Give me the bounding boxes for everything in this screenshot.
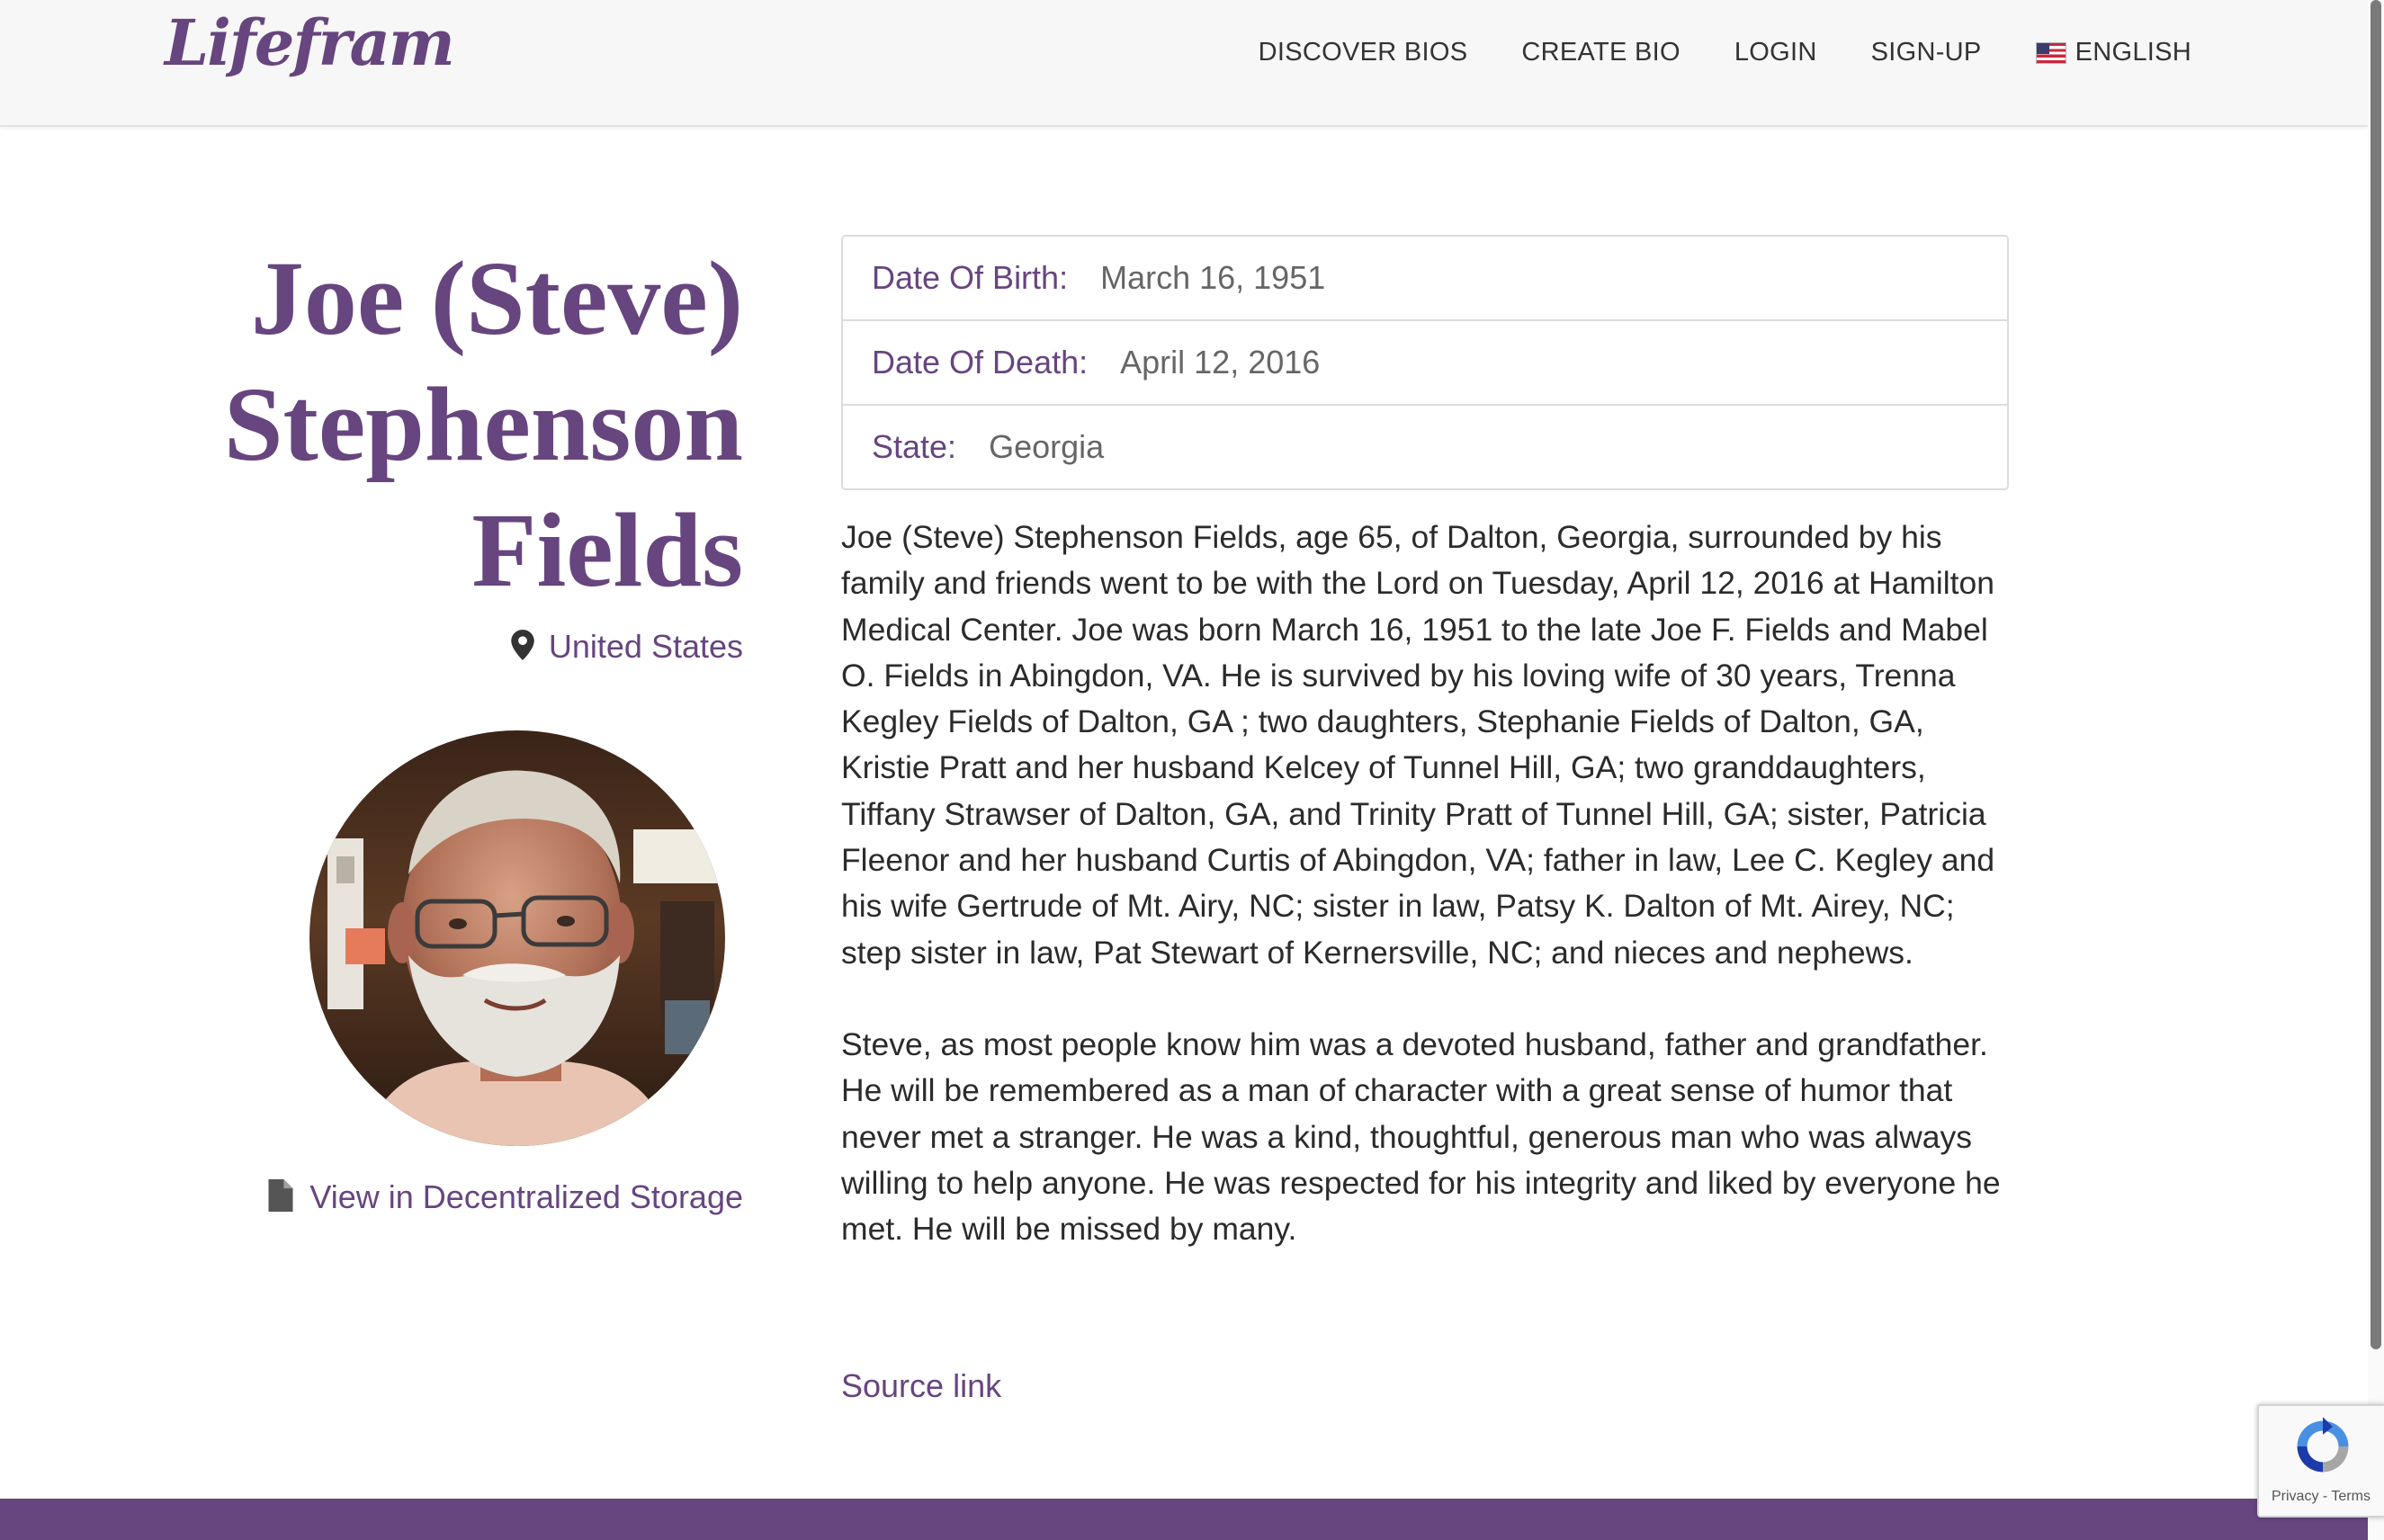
language-label: ENGLISH <box>2075 38 2191 67</box>
recaptcha-privacy-link[interactable]: Privacy <box>2272 1489 2318 1504</box>
recaptcha-icon <box>2297 1417 2349 1473</box>
fact-value: Georgia <box>989 428 1105 465</box>
bio-paragraph: Steve, as most people know him was a dev… <box>841 1025 2001 1248</box>
nav-create-bio[interactable]: CREATE BIO <box>1521 38 1680 67</box>
recaptcha-links: Privacy - Terms <box>2272 1489 2371 1505</box>
biography: Joe (Steve) Stephenson Fields, age 65, o… <box>841 515 2011 1252</box>
fact-label: State: <box>872 428 957 465</box>
recaptcha-badge[interactable]: Privacy - Terms <box>2257 1404 2384 1518</box>
location-link[interactable]: United States <box>549 628 743 666</box>
main-nav: DISCOVER BIOS CREATE BIO LOGIN SIGN-UP E… <box>1259 38 2191 67</box>
bio-paragraph: Joe (Steve) Stephenson Fields, age 65, o… <box>841 519 1995 971</box>
name-line-3: Fields <box>471 491 743 609</box>
name-line-2: Stephenson <box>223 365 743 483</box>
fact-row-death: Date Of Death: April 12, 2016 <box>843 321 2007 406</box>
decentralized-storage: View in Decentralized Storage <box>268 1178 743 1216</box>
fact-label: Date Of Death: <box>872 344 1089 381</box>
portrait-photo <box>309 730 725 1146</box>
us-flag-icon <box>2035 41 2066 64</box>
footer <box>0 1499 2368 1540</box>
scrollbar-thumb[interactable] <box>2371 0 2381 1349</box>
document-icon <box>268 1178 293 1216</box>
avatar <box>309 730 725 1146</box>
nav-login[interactable]: LOGIN <box>1734 38 1817 67</box>
fact-row-birth: Date Of Birth: March 16, 1951 <box>843 237 2007 321</box>
page-scrollbar[interactable] <box>2368 0 2384 1540</box>
nav-sign-up[interactable]: SIGN-UP <box>1871 38 1982 67</box>
nav-discover-bios[interactable]: DISCOVER BIOS <box>1259 38 1468 67</box>
name-line-1: Joe (Steve) <box>250 239 743 357</box>
view-in-decentralized-storage-link[interactable]: View in Decentralized Storage <box>309 1178 743 1216</box>
top-navbar: Lifefram DISCOVER BIOS CREATE BIO LOGIN … <box>0 0 2368 127</box>
language-selector[interactable]: ENGLISH <box>2035 38 2191 67</box>
location: United States <box>511 628 743 666</box>
fact-row-state: State: Georgia <box>843 406 2007 488</box>
source-link[interactable]: Source link <box>841 1367 1001 1405</box>
facts-table: Date Of Birth: March 16, 1951 Date Of De… <box>841 235 2009 490</box>
fact-label: Date Of Birth: <box>872 259 1069 296</box>
recaptcha-separator: - <box>2318 1489 2332 1504</box>
person-name: Joe (Steve) Stephenson Fields <box>144 236 743 613</box>
fact-value: March 16, 1951 <box>1100 259 1326 296</box>
site-logo[interactable]: Lifefram <box>165 5 455 80</box>
recaptcha-terms-link[interactable]: Terms <box>2331 1489 2371 1504</box>
map-pin-icon <box>511 629 534 665</box>
fact-value: April 12, 2016 <box>1120 344 1321 381</box>
